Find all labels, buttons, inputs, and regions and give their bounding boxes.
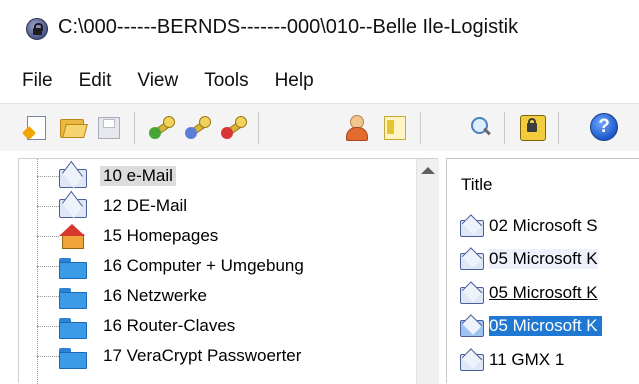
lock-globe-icon bbox=[26, 18, 48, 40]
tree-item-label: 12 DE-Mail bbox=[103, 196, 188, 215]
tree-connector bbox=[37, 356, 59, 357]
tree-item-12-de-mail[interactable]: 12 DE-Mail bbox=[19, 191, 409, 221]
tree-scrollbar[interactable] bbox=[416, 159, 439, 384]
toolbar: ? bbox=[0, 103, 639, 151]
tree-connector bbox=[37, 266, 59, 267]
user-icon[interactable] bbox=[342, 113, 370, 141]
menu-file[interactable]: File bbox=[0, 70, 66, 92]
mail-icon bbox=[459, 248, 485, 270]
scroll-up-arrow-icon[interactable] bbox=[421, 167, 435, 174]
menu-bar: File Edit View Tools Help bbox=[0, 66, 639, 96]
home-icon bbox=[57, 224, 87, 249]
toolbar-separator bbox=[420, 112, 421, 144]
tree-item-label: 16 Router-Claves bbox=[103, 316, 236, 335]
toolbar-separator bbox=[558, 112, 559, 144]
tree-item-15-homepages[interactable]: 15 Homepages bbox=[19, 221, 409, 251]
mail-icon bbox=[459, 315, 485, 337]
toolbar-separator bbox=[504, 112, 505, 144]
key-edit-icon[interactable] bbox=[184, 113, 212, 141]
tree-item-10-email[interactable]: 10 e-Mail bbox=[19, 161, 409, 191]
list-item[interactable]: 11 GMX 1 bbox=[459, 347, 564, 373]
menu-view[interactable]: View bbox=[124, 70, 191, 92]
new-document-icon[interactable] bbox=[22, 113, 50, 141]
tree-item-16-router-claves[interactable]: 16 Router-Claves bbox=[19, 311, 409, 341]
entry-list: Title 02 Microsoft S 05 Microsoft K 05 M… bbox=[446, 158, 639, 383]
title-bar: C:\000------BERNDS-------000\010--Belle … bbox=[0, 0, 639, 56]
folder-icon bbox=[57, 284, 87, 309]
tree-connector bbox=[37, 206, 59, 207]
key-delete-icon[interactable] bbox=[220, 113, 248, 141]
mail-icon bbox=[57, 194, 87, 218]
tree-item-16-netzwerke[interactable]: 16 Netzwerke bbox=[19, 281, 409, 311]
tree-item-label: 17 VeraCrypt Passwoerter bbox=[103, 346, 302, 365]
folder-tree: 10 e-Mail 12 DE-Mail 15 Homepages 16 Com… bbox=[18, 158, 439, 384]
tree-item-label: 10 e-Mail bbox=[100, 166, 176, 186]
mail-icon bbox=[459, 349, 485, 371]
list-item-title: 02 Microsoft S bbox=[489, 216, 598, 235]
help-icon[interactable]: ? bbox=[590, 113, 618, 141]
list-item[interactable]: 05 Microsoft K bbox=[459, 246, 598, 272]
list-item-title: 05 Microsoft K bbox=[489, 283, 598, 302]
window-title: C:\000------BERNDS-------000\010--Belle … bbox=[58, 16, 519, 38]
tree-connector bbox=[37, 296, 59, 297]
tree-connector bbox=[37, 176, 59, 177]
toolbar-separator bbox=[134, 112, 135, 144]
tree-connector bbox=[37, 236, 59, 237]
folder-icon bbox=[57, 344, 87, 369]
tree-item-label: 15 Homepages bbox=[103, 226, 219, 245]
menu-edit[interactable]: Edit bbox=[66, 70, 125, 92]
mail-icon bbox=[57, 164, 87, 188]
list-item-selected[interactable]: 05 Microsoft K bbox=[459, 313, 602, 339]
list-item[interactable]: 02 Microsoft S bbox=[459, 213, 598, 239]
list-item-title: 05 Microsoft K bbox=[489, 249, 598, 269]
list-item[interactable]: 05 Microsoft K bbox=[459, 280, 598, 306]
key-add-icon[interactable] bbox=[148, 113, 176, 141]
tree-connector bbox=[37, 326, 59, 327]
column-header-title[interactable]: Title bbox=[461, 175, 493, 195]
list-item-title: 11 GMX 1 bbox=[489, 350, 565, 369]
tree-item-label: 16 Netzwerke bbox=[103, 286, 207, 305]
folder-icon bbox=[57, 254, 87, 279]
menu-tools[interactable]: Tools bbox=[191, 70, 261, 92]
list-item-title: 05 Microsoft K bbox=[489, 316, 602, 336]
search-icon[interactable] bbox=[466, 113, 494, 141]
mail-icon bbox=[459, 215, 485, 237]
open-folder-icon[interactable] bbox=[58, 113, 86, 141]
tree-item-17-veracrypt[interactable]: 17 VeraCrypt Passwoerter bbox=[19, 341, 409, 371]
toolbar-separator bbox=[258, 112, 259, 144]
menu-help[interactable]: Help bbox=[262, 70, 327, 92]
tree-item-label: 16 Computer + Umgebung bbox=[103, 256, 304, 275]
folder-icon bbox=[57, 314, 87, 339]
note-icon[interactable] bbox=[380, 113, 408, 141]
lock-icon[interactable] bbox=[518, 113, 546, 141]
mail-icon bbox=[459, 282, 485, 304]
tree-item-16-computer[interactable]: 16 Computer + Umgebung bbox=[19, 251, 409, 281]
save-disk-icon[interactable] bbox=[94, 113, 122, 141]
